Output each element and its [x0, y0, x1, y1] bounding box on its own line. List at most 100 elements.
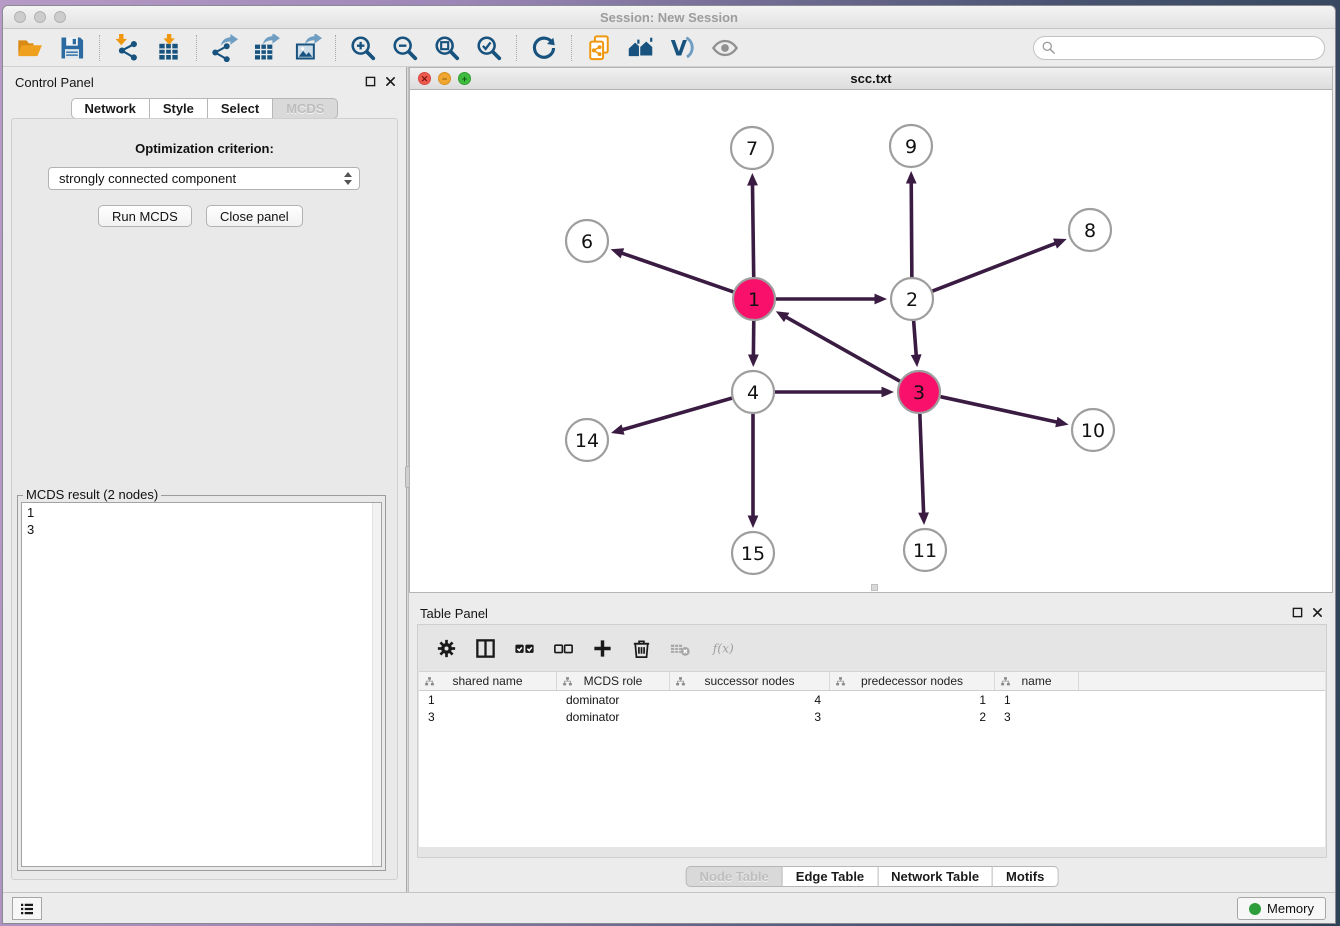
edge-4-15[interactable] — [748, 414, 759, 528]
zoom-in-icon[interactable] — [342, 31, 384, 65]
network-canvas-svg: 7 9 6 8 1 2 4 3 14 10 15 11 — [410, 90, 1336, 593]
export-network-icon[interactable] — [203, 31, 245, 65]
export-image-icon[interactable] — [287, 31, 329, 65]
table-cell[interactable]: 3 — [670, 710, 830, 724]
graph-node-9[interactable]: 9 — [890, 125, 932, 167]
graph-node-8[interactable]: 8 — [1069, 209, 1111, 251]
edge-4-3[interactable] — [775, 387, 894, 398]
select-all-icon[interactable] — [511, 635, 537, 661]
save-session-icon[interactable] — [51, 31, 93, 65]
task-history-button[interactable] — [12, 897, 42, 920]
export-table-icon[interactable] — [245, 31, 287, 65]
edge-2-9[interactable] — [906, 171, 917, 277]
svg-text:10: 10 — [1081, 420, 1105, 442]
run-mcds-button[interactable]: Run MCDS — [98, 205, 192, 227]
zoom-selected-icon[interactable] — [468, 31, 510, 65]
delete-icon[interactable] — [628, 635, 654, 661]
graph-node-4[interactable]: 4 — [732, 371, 774, 413]
network-from-file-icon[interactable] — [578, 31, 620, 65]
table-row[interactable]: 3dominator323 — [419, 708, 1325, 725]
edge-1-7[interactable] — [747, 173, 758, 277]
table-cell[interactable]: 1 — [419, 693, 557, 707]
open-session-icon[interactable] — [9, 31, 51, 65]
table-cell[interactable]: 1 — [995, 693, 1079, 707]
tab-network-table[interactable]: Network Table — [878, 866, 993, 887]
column-header-successor-nodes[interactable]: successor nodes — [670, 672, 830, 690]
edge-1-4[interactable] — [748, 321, 759, 367]
graph-node-3[interactable]: 3 — [898, 371, 940, 413]
memory-button[interactable]: Memory — [1237, 897, 1326, 920]
table-cell[interactable]: 3 — [419, 710, 557, 724]
edge-3-10[interactable] — [940, 397, 1068, 428]
tab-network[interactable]: Network — [71, 98, 150, 119]
vizmapper-icon[interactable]: V — [662, 31, 704, 65]
table-cell[interactable]: 3 — [995, 710, 1079, 724]
mcds-result-text[interactable]: 1 3 — [21, 502, 382, 867]
tab-motifs[interactable]: Motifs — [993, 866, 1058, 887]
function-icon[interactable]: f(x) — [706, 635, 740, 661]
select-stepper-icon — [344, 172, 352, 185]
refresh-icon[interactable] — [523, 31, 565, 65]
network-window-titlebar: ✕ − + scc.txt — [410, 68, 1332, 90]
tab-style[interactable]: Style — [150, 98, 208, 119]
column-header-name[interactable]: name — [995, 672, 1079, 690]
svg-text:9: 9 — [905, 136, 917, 158]
column-header-shared-name[interactable]: shared name — [419, 672, 557, 690]
home-icon[interactable] — [620, 31, 662, 65]
edge-1-2[interactable] — [776, 294, 887, 305]
criterion-select[interactable]: strongly connected component — [48, 167, 360, 190]
eye-icon[interactable] — [704, 31, 746, 65]
table-cell[interactable]: 1 — [830, 693, 995, 707]
table-row[interactable]: 1dominator411 — [419, 691, 1325, 708]
import-network-icon[interactable] — [106, 31, 148, 65]
zoom-fit-icon[interactable] — [426, 31, 468, 65]
add-icon[interactable] — [589, 635, 615, 661]
column-label: shared name — [452, 674, 522, 688]
column-label: MCDS role — [584, 674, 643, 688]
columns-icon[interactable] — [472, 635, 498, 661]
graph-node-10[interactable]: 10 — [1072, 409, 1114, 451]
float-panel-icon[interactable] — [365, 76, 376, 87]
tab-edge-table[interactable]: Edge Table — [783, 866, 878, 887]
import-table-icon[interactable] — [148, 31, 190, 65]
result-scrollbar[interactable] — [372, 503, 381, 866]
main-area: Control Panel NetworkStyleSelectMCDS Opt… — [3, 67, 1335, 892]
float-table-panel-icon[interactable] — [1292, 607, 1303, 618]
edge-2-8[interactable] — [933, 239, 1067, 292]
search-input[interactable] — [1033, 36, 1325, 60]
deselect-all-icon[interactable] — [550, 635, 576, 661]
graph-node-15[interactable]: 15 — [732, 532, 774, 574]
table-cell[interactable]: dominator — [557, 710, 670, 724]
graph-node-6[interactable]: 6 — [566, 220, 608, 262]
edge-3-1[interactable] — [776, 311, 900, 381]
zoom-out-icon[interactable] — [384, 31, 426, 65]
control-panel-tabs: NetworkStyleSelectMCDS — [71, 98, 339, 119]
table-cell[interactable]: dominator — [557, 693, 670, 707]
search-icon — [1041, 40, 1056, 55]
table-cell[interactable]: 2 — [830, 710, 995, 724]
graph-node-14[interactable]: 14 — [566, 419, 608, 461]
close-panel-button[interactable]: Close panel — [206, 205, 303, 227]
close-table-panel-icon[interactable] — [1312, 607, 1323, 618]
tab-mcds[interactable]: MCDS — [273, 98, 338, 119]
column-header-predecessor-nodes[interactable]: predecessor nodes — [830, 672, 995, 690]
edge-3-11[interactable] — [918, 414, 929, 525]
canvas-gripper[interactable] — [871, 584, 878, 591]
toolbar-separator — [196, 35, 197, 61]
tab-select[interactable]: Select — [208, 98, 273, 119]
delete-table-icon[interactable] — [667, 635, 693, 661]
graph-node-7[interactable]: 7 — [731, 127, 773, 169]
graph-node-1[interactable]: 1 — [733, 278, 775, 320]
edge-2-3[interactable] — [911, 321, 922, 367]
tab-node-table[interactable]: Node Table — [686, 866, 783, 887]
network-canvas[interactable]: 7 9 6 8 1 2 4 3 14 10 15 11 — [410, 90, 1332, 592]
edge-4-14[interactable] — [611, 398, 732, 435]
close-panel-icon[interactable] — [385, 76, 396, 87]
edge-1-6[interactable] — [611, 248, 734, 292]
graph-node-2[interactable]: 2 — [891, 278, 933, 320]
network-window: ✕ − + scc.txt 7 9 6 8 1 2 4 3 14 10 15 11 — [409, 67, 1333, 593]
column-header-MCDS-role[interactable]: MCDS role — [557, 672, 670, 690]
gear-icon[interactable] — [433, 635, 459, 661]
table-cell[interactable]: 4 — [670, 693, 830, 707]
graph-node-11[interactable]: 11 — [904, 529, 946, 571]
